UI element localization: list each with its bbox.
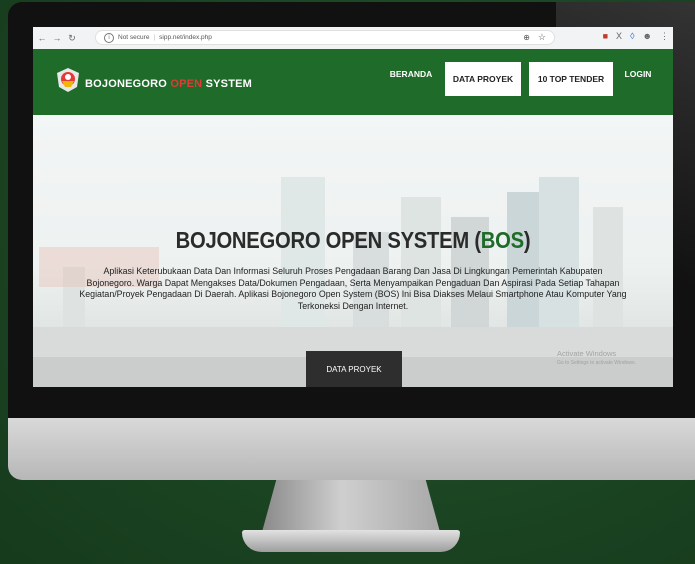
brand-word-1: BOJONEGORO — [85, 78, 168, 90]
reload-icon[interactable]: ↻ — [66, 33, 78, 44]
hero-title: BOJONEGORO OPEN SYSTEM (BOS) — [71, 227, 634, 254]
hero-description: Aplikasi Keterubukaan Data Dan Informasi… — [79, 266, 627, 312]
brand-name[interactable]: BOJONEGORO OPEN SYSTEM — [85, 78, 252, 90]
watermark-title: Activate Windows — [557, 349, 617, 358]
forward-icon[interactable]: → — [51, 33, 63, 43]
zoom-icon[interactable]: ⊕ — [523, 33, 530, 42]
brand-word-3: SYSTEM — [205, 78, 253, 90]
bookmark-star-icon[interactable]: ☆ — [538, 32, 546, 43]
watermark-subtitle: Go to Settings to activate Windows. — [557, 360, 636, 366]
monitor-stand-base — [242, 530, 460, 552]
data-proyek-button[interactable]: DATA PROYEK — [306, 351, 402, 387]
monitor-stand-neck — [262, 480, 440, 532]
security-label: Not secure — [118, 34, 150, 41]
brand-word-2: OPEN — [170, 78, 203, 90]
activate-windows-watermark: Activate Windows Go to Settings to activ… — [557, 349, 636, 366]
hero-title-end: ) — [523, 227, 531, 253]
monitor-chin — [8, 418, 695, 480]
hero-title-main: BOJONEGORO OPEN SYSTEM ( — [175, 227, 481, 253]
url-divider: | — [153, 34, 156, 41]
bojonegoro-logo-icon[interactable] — [55, 67, 81, 93]
url-text: sipp.net/index.php — [159, 34, 212, 41]
info-icon[interactable]: i — [104, 32, 114, 43]
extension-icon[interactable]: ■ — [603, 31, 608, 42]
nav-top-tender[interactable]: 10 TOP TENDER — [529, 62, 613, 96]
browser-toolbar: ← → ↻ i Not secure | sipp.net/index.php … — [33, 27, 673, 50]
menu-icon[interactable]: ⋮ — [660, 31, 669, 42]
extension-tag-icon[interactable]: ◊ — [630, 31, 634, 42]
site-header: BOJONEGORO OPEN SYSTEM BERANDA DATA PROY… — [33, 49, 673, 115]
monitor-screen: ← → ↻ i Not secure | sipp.net/index.php … — [33, 27, 673, 387]
extension-x-icon[interactable]: X — [616, 31, 622, 42]
nav-login[interactable]: LOGIN — [619, 59, 657, 89]
address-bar[interactable]: i Not secure | sipp.net/index.php ⊕ ☆ — [95, 30, 555, 45]
nav-data-proyek[interactable]: DATA PROYEK — [445, 62, 521, 96]
nav-beranda[interactable]: BERANDA — [386, 59, 436, 89]
hero-section: BOJONEGORO OPEN SYSTEM (BOS) Aplikasi Ke… — [33, 115, 673, 387]
back-icon[interactable]: ← — [36, 33, 48, 43]
account-icon[interactable]: ☻ — [643, 31, 652, 42]
hero-title-accent: BOS — [480, 227, 524, 253]
